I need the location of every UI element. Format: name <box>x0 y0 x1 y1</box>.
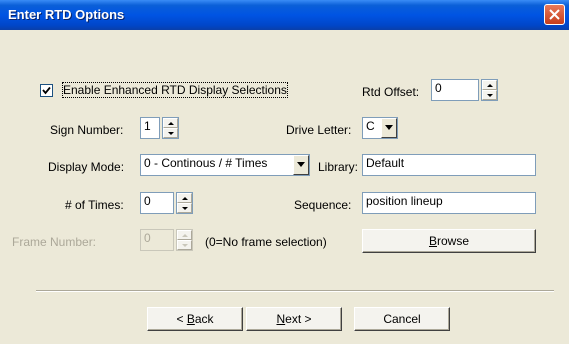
drive-letter-value: C <box>366 119 375 133</box>
sign-number-input[interactable]: 1 <box>140 117 160 139</box>
checkmark-icon <box>42 86 51 95</box>
rtd-offset-spinner[interactable] <box>481 79 498 101</box>
times-label: # of Times: <box>65 198 124 212</box>
cancel-button[interactable]: Cancel <box>354 307 450 331</box>
spin-up-icon[interactable] <box>163 118 178 128</box>
times-input[interactable]: 0 <box>140 192 174 214</box>
spin-up-icon <box>177 230 192 240</box>
spin-down-icon[interactable] <box>163 128 178 138</box>
sequence-label: Sequence: <box>294 198 352 212</box>
drive-letter-label: Drive Letter: <box>286 123 352 137</box>
sign-number-spinner[interactable] <box>162 117 179 139</box>
title-bar[interactable]: Enter RTD Options <box>0 0 569 30</box>
frame-number-hint: (0=No frame selection) <box>205 235 327 249</box>
frame-number-spinner <box>176 229 193 251</box>
library-label: Library: <box>318 160 359 174</box>
close-button[interactable] <box>544 4 565 25</box>
close-icon <box>549 9 560 20</box>
enhanced-checkbox[interactable] <box>40 84 53 97</box>
library-input[interactable]: Default <box>362 154 536 176</box>
window-title: Enter RTD Options <box>8 7 125 22</box>
next-button[interactable]: Next > <box>246 307 342 331</box>
drive-letter-select[interactable]: C <box>362 117 398 139</box>
display-mode-select[interactable]: 0 - Continous / # Times <box>140 154 310 176</box>
enhanced-checkbox-label[interactable]: Enable Enhanced RTD Display Selections <box>62 82 288 98</box>
times-spinner[interactable] <box>176 192 193 214</box>
frame-number-label: Frame Number: <box>12 235 97 249</box>
browse-button[interactable]: Browse <box>362 229 536 253</box>
frame-number-input: 0 <box>140 229 174 251</box>
dropdown-arrow-icon[interactable] <box>293 155 309 175</box>
rtd-options-dialog: Enter RTD Options Enable Enhanced RTD Di… <box>0 0 569 344</box>
dropdown-arrow-icon[interactable] <box>381 118 397 138</box>
sign-number-label: Sign Number: <box>50 123 124 137</box>
spin-up-icon[interactable] <box>177 193 192 203</box>
spin-down-icon <box>177 240 192 250</box>
spin-down-icon[interactable] <box>482 90 497 100</box>
rtd-offset-label: Rtd Offset: <box>362 85 420 99</box>
back-button[interactable]: < Back <box>147 307 243 331</box>
display-mode-label: Display Mode: <box>48 160 125 174</box>
spin-up-icon[interactable] <box>482 80 497 90</box>
spin-down-icon[interactable] <box>177 203 192 213</box>
rtd-offset-input[interactable]: 0 <box>431 79 479 101</box>
display-mode-value: 0 - Continous / # Times <box>144 156 268 170</box>
separator-line <box>36 290 554 292</box>
sequence-input[interactable]: position lineup <box>362 192 536 214</box>
